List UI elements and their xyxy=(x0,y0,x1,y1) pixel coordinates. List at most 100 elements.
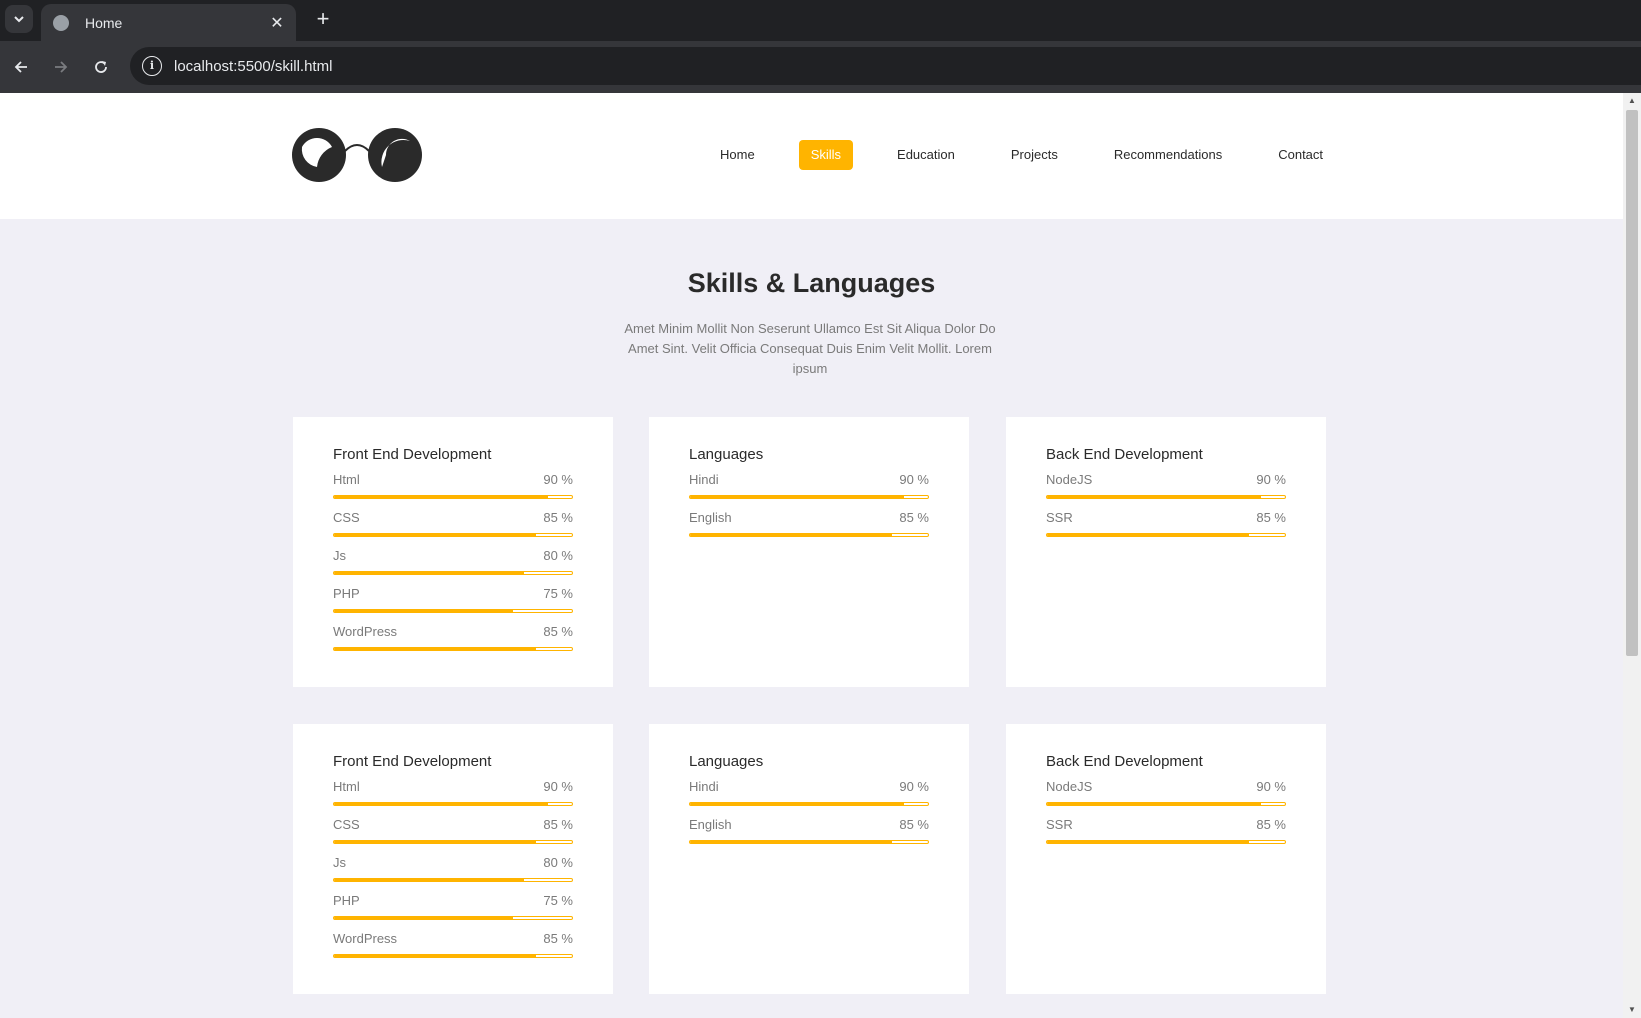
skill-item: Js 80 % xyxy=(333,854,573,892)
reload-icon xyxy=(95,61,107,73)
skill-name: CSS xyxy=(333,817,360,832)
nav-item-skills[interactable]: Skills xyxy=(798,140,854,170)
nav-item-education[interactable]: Education xyxy=(885,140,967,170)
skill-item: CSS 85 % xyxy=(333,816,573,854)
skill-progress-fill xyxy=(334,610,513,612)
skill-row: CSS 85 % xyxy=(333,816,573,838)
browser-toolbar: i localhost:5500/skill.html xyxy=(0,41,1641,93)
skill-progress-fill xyxy=(334,955,537,957)
back-button[interactable] xyxy=(7,53,35,81)
skill-item: WordPress 85 % xyxy=(333,930,573,968)
forward-button[interactable] xyxy=(47,53,75,81)
skill-item: PHP 75 % xyxy=(333,585,573,623)
skill-percent: 90 % xyxy=(1256,779,1286,794)
skill-row: Hindi 90 % xyxy=(689,471,929,493)
skill-percent: 85 % xyxy=(1256,510,1286,525)
scroll-down-arrow-icon[interactable]: ▼ xyxy=(1623,1002,1641,1018)
skill-row: Html 90 % xyxy=(333,471,573,493)
card-title: Front End Development xyxy=(333,753,492,770)
skill-progress-fill xyxy=(334,879,525,881)
skill-progress-bar xyxy=(333,954,573,958)
nav-item-home[interactable]: Home xyxy=(708,140,767,170)
site-header: Home Skills Education Projects Recommend… xyxy=(0,93,1623,219)
skill-row: Js 80 % xyxy=(333,547,573,569)
skill-progress-fill xyxy=(1047,496,1262,498)
skill-progress-fill xyxy=(1047,534,1250,536)
skill-name: WordPress xyxy=(333,931,398,946)
skill-item: English 85 % xyxy=(689,509,929,547)
skill-percent: 90 % xyxy=(899,779,929,794)
skill-progress-fill xyxy=(334,648,537,650)
skill-progress-bar xyxy=(1046,495,1286,499)
skill-percent: 85 % xyxy=(543,624,573,639)
nav-item-recommendations[interactable]: Recommendations xyxy=(1102,140,1234,170)
page-scrollbar[interactable]: ▲ ▼ xyxy=(1623,93,1641,1018)
skill-percent: 85 % xyxy=(899,817,929,832)
skill-progress-bar xyxy=(689,495,929,499)
skill-progress-fill xyxy=(690,841,893,843)
skill-card: Back End Development NodeJS 90 % SSR 85 % xyxy=(1006,724,1326,994)
tab-search-button[interactable] xyxy=(5,5,33,33)
skill-progress-bar xyxy=(689,840,929,844)
url-text[interactable]: localhost:5500/skill.html xyxy=(174,58,332,75)
skill-name: SSR xyxy=(1046,510,1073,525)
skill-name: NodeJS xyxy=(1046,472,1093,487)
skill-progress-bar xyxy=(689,802,929,806)
skill-row: NodeJS 90 % xyxy=(1046,778,1286,800)
skill-progress-fill xyxy=(334,572,525,574)
skill-progress-bar xyxy=(333,802,573,806)
tab-title: Home xyxy=(85,14,123,31)
skill-progress-fill xyxy=(334,917,513,919)
skill-row: PHP 75 % xyxy=(333,892,573,914)
skill-percent: 90 % xyxy=(1256,472,1286,487)
skill-item: Hindi 90 % xyxy=(689,471,929,509)
skill-item: WordPress 85 % xyxy=(333,623,573,661)
skill-progress-bar xyxy=(1046,802,1286,806)
skill-item: Js 80 % xyxy=(333,547,573,585)
skill-name: Js xyxy=(333,548,346,563)
skill-progress-fill xyxy=(690,534,893,536)
skill-row: English 85 % xyxy=(689,816,929,838)
skill-progress-fill xyxy=(690,803,905,805)
page-title: Skills & Languages xyxy=(687,268,936,298)
skill-card: Front End Development Html 90 % CSS 85 % Js 80… xyxy=(293,724,613,994)
skill-name: Html xyxy=(333,472,360,487)
new-tab-button[interactable]: + xyxy=(310,7,336,33)
glasses-logo-icon[interactable] xyxy=(292,127,422,183)
skill-percent: 90 % xyxy=(543,779,573,794)
skill-percent: 90 % xyxy=(543,472,573,487)
skill-percent: 90 % xyxy=(899,472,929,487)
skill-item: Html 90 % xyxy=(333,471,573,509)
browser-tab-bar: Home ✕ + xyxy=(0,0,1641,41)
scroll-up-arrow-icon[interactable]: ▲ xyxy=(1623,93,1641,109)
skill-percent: 85 % xyxy=(1256,817,1286,832)
skill-progress-fill xyxy=(334,803,549,805)
card-title: Back End Development xyxy=(1046,446,1203,463)
chevron-down-icon xyxy=(14,16,24,23)
reload-button[interactable] xyxy=(87,53,115,81)
skill-percent: 80 % xyxy=(543,548,573,563)
skill-item: PHP 75 % xyxy=(333,892,573,930)
skill-progress-fill xyxy=(690,496,905,498)
skill-percent: 75 % xyxy=(543,586,573,601)
card-title: Languages xyxy=(689,753,764,770)
browser-tab[interactable]: Home ✕ xyxy=(41,4,296,41)
nav-item-projects[interactable]: Projects xyxy=(999,140,1070,170)
main-nav: Home Skills Education Projects Recommend… xyxy=(708,140,1335,170)
skill-progress-bar xyxy=(333,571,573,575)
skill-percent: 85 % xyxy=(543,510,573,525)
info-icon[interactable]: i xyxy=(142,56,162,76)
skill-progress-fill xyxy=(334,534,537,536)
close-icon[interactable]: ✕ xyxy=(268,13,286,33)
skill-progress-bar xyxy=(333,647,573,651)
address-bar[interactable]: i localhost:5500/skill.html xyxy=(130,47,1641,85)
scroll-thumb[interactable] xyxy=(1626,110,1638,656)
skill-name: PHP xyxy=(333,586,360,601)
skill-percent: 85 % xyxy=(899,510,929,525)
skill-item: NodeJS 90 % xyxy=(1046,471,1286,509)
skill-progress-fill xyxy=(1047,803,1262,805)
skill-progress-bar xyxy=(333,840,573,844)
globe-icon xyxy=(53,14,69,31)
skill-name: WordPress xyxy=(333,624,398,639)
nav-item-contact[interactable]: Contact xyxy=(1266,140,1335,170)
